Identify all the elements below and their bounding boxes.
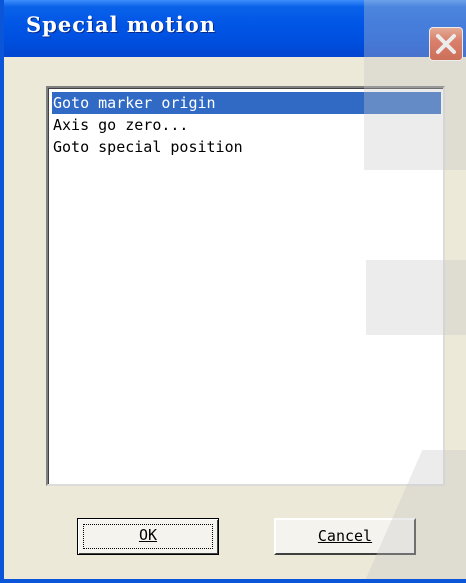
list-item-goto-special-position[interactable]: Goto special position bbox=[52, 136, 441, 158]
title-bar[interactable]: Special motion bbox=[4, 0, 466, 61]
special-motion-dialog: Special motion Goto marker origin Axis g… bbox=[0, 0, 466, 583]
list-item-axis-go-zero[interactable]: Axis go zero... bbox=[52, 114, 441, 136]
window-title: Special motion bbox=[26, 12, 217, 37]
motion-listbox[interactable]: Goto marker origin Axis go zero... Goto … bbox=[46, 86, 445, 486]
cancel-button[interactable]: Cancel bbox=[274, 518, 416, 555]
cancel-button-label: Cancel bbox=[317, 527, 373, 545]
close-icon bbox=[436, 34, 456, 54]
ok-button[interactable]: OK bbox=[77, 518, 219, 555]
close-button[interactable] bbox=[429, 27, 463, 61]
ok-button-label: OK bbox=[138, 526, 158, 544]
list-item-goto-marker-origin[interactable]: Goto marker origin bbox=[52, 92, 441, 114]
